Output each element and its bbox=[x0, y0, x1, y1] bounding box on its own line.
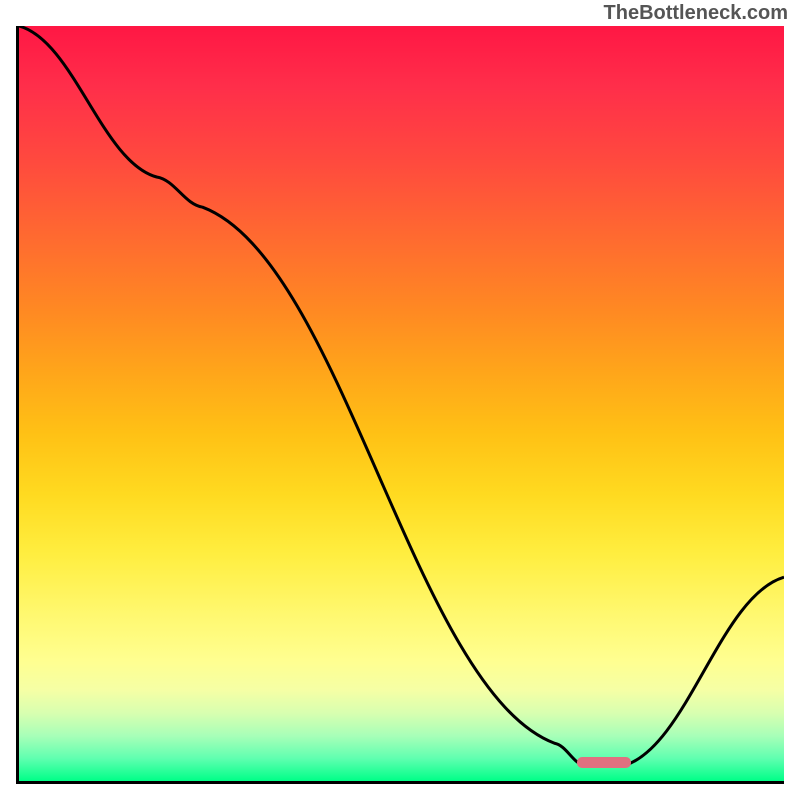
chart-plot-area bbox=[16, 26, 784, 784]
watermark-text: TheBottleneck.com bbox=[604, 2, 788, 25]
gradient-background bbox=[19, 26, 784, 781]
optimal-range-marker bbox=[577, 757, 631, 768]
